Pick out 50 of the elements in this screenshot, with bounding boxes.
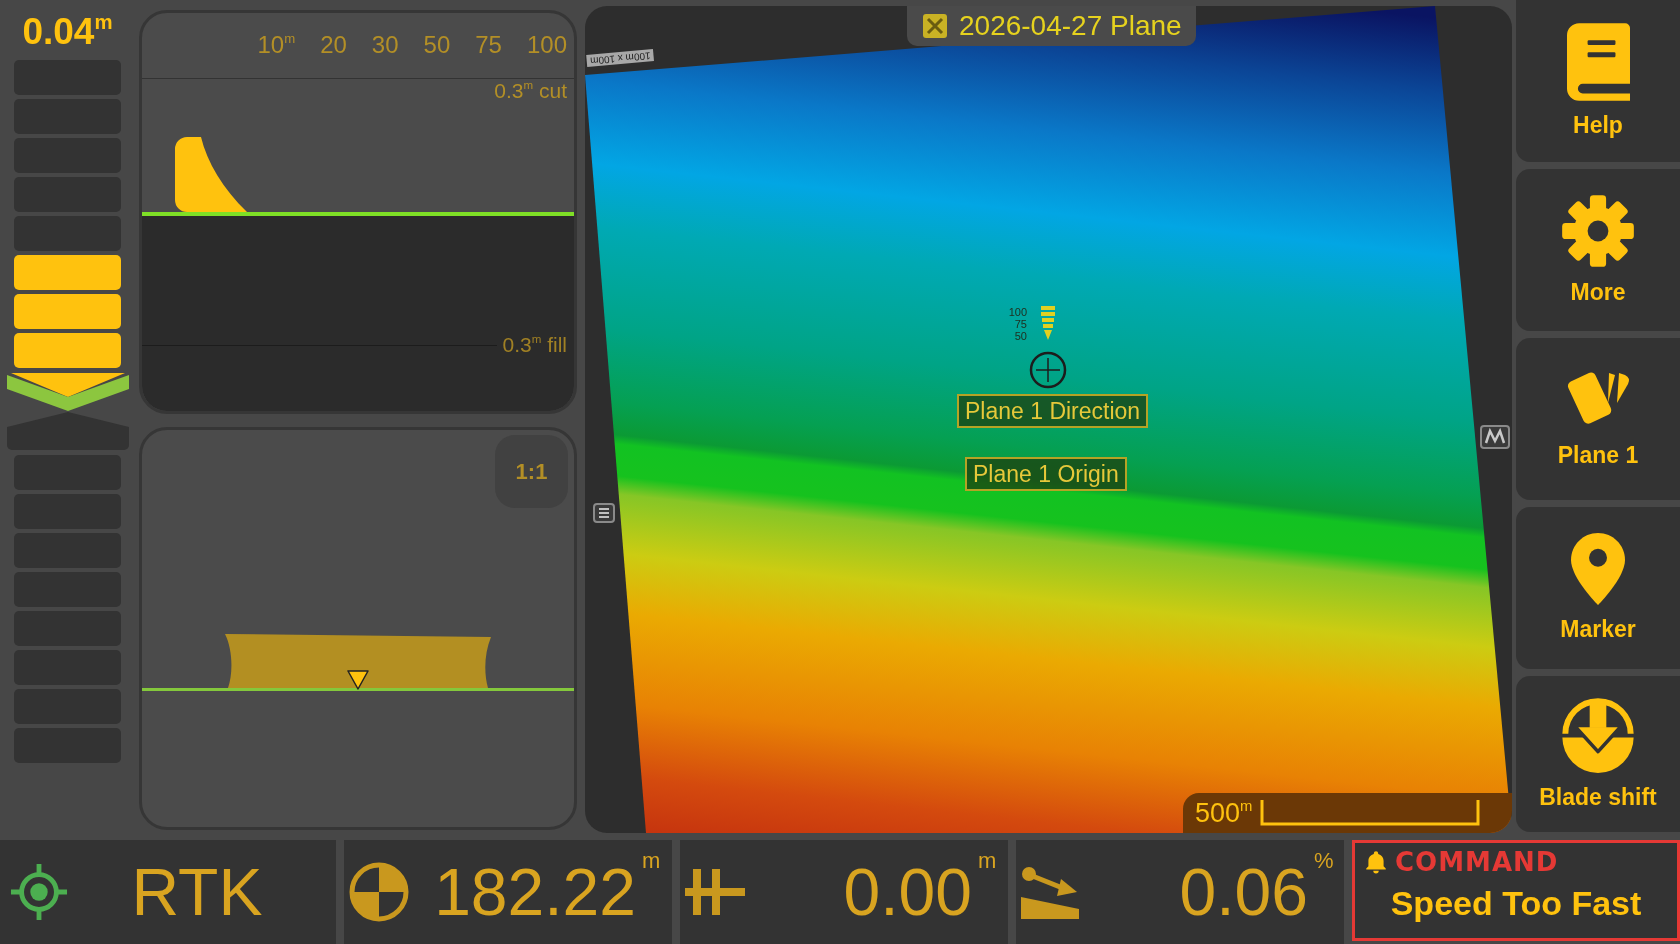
blade-front-icon — [225, 634, 491, 688]
cross-bars-icon — [685, 869, 745, 915]
distance-label: 20 — [320, 31, 347, 59]
map-pin-icon — [1571, 533, 1625, 605]
scale-ruler-icon — [1260, 800, 1481, 826]
ring-distance-label: 75 — [1014, 318, 1027, 330]
grade-reading: 0.04$^{m}$ — [22, 9, 113, 54]
unit-label: m — [642, 848, 662, 874]
unit-label: % — [1314, 848, 1334, 874]
distance-label: 10$^{m}$ — [257, 31, 296, 59]
alert-message: Speed Too Fast — [1389, 883, 1643, 923]
x-square-icon — [923, 14, 947, 38]
book-icon — [1566, 23, 1630, 101]
distance-label: 75 — [475, 31, 502, 59]
grid-size-label: 100m x 100m — [586, 49, 654, 67]
help-button[interactable]: Help — [1516, 0, 1680, 162]
bell-icon — [1363, 849, 1389, 875]
title-bar[interactable]: 2026-04-27 Plane — [907, 6, 1196, 46]
down-arrow-circle-icon — [1560, 697, 1636, 773]
marker-button[interactable]: Marker — [1516, 507, 1680, 669]
blade-side-icon — [175, 137, 247, 212]
distance-label: 30 — [371, 31, 399, 59]
alert-source: COMMAND — [1395, 847, 1559, 877]
blade-shift-button[interactable]: Blade shift — [1516, 676, 1680, 832]
list-icon[interactable] — [593, 503, 615, 523]
map-label: Plane 1 Origin — [965, 457, 1127, 491]
plan-title: 2026-04-27 Plane — [959, 9, 1182, 43]
zigzag-icon[interactable] — [1480, 425, 1510, 449]
ring-distance-label: 100 — [1008, 306, 1027, 318]
target-icon — [10, 863, 68, 921]
ring-distance-label: 50 — [1014, 330, 1027, 342]
fix-type-value: RTK — [130, 854, 264, 930]
scale-label: 500$^{m}$ — [1195, 797, 1253, 829]
elevation-value: 182.22 — [433, 854, 636, 930]
offset-value: 0.00 — [842, 854, 972, 930]
machine-position-icon — [1028, 306, 1068, 390]
map-label: Plane 1 Direction — [957, 394, 1149, 428]
slope-value: 0.06 — [1178, 854, 1308, 930]
slope-icon — [1021, 865, 1079, 919]
triangle-marker-icon — [347, 670, 369, 690]
quartered-circle-icon — [349, 862, 409, 922]
cut-limit-label: 0.3$^{m}$ cut — [494, 79, 568, 103]
map-panel[interactable]: 2026-04-27 Plane 100m x 100m 100 75 50 Plane 1 Direction Plane 1 Origin 500$^{m}$ — [585, 6, 1512, 833]
fill-limit-label: 0.3$^{m}$ fill — [501, 333, 568, 357]
gear-icon — [1561, 194, 1635, 268]
distance-label: 100 — [526, 31, 567, 59]
more-button[interactable]: More — [1516, 169, 1680, 331]
distance-label: 50 — [423, 31, 451, 59]
unit-label: m — [978, 848, 998, 874]
plane-button[interactable]: Plane 1 — [1516, 338, 1680, 500]
